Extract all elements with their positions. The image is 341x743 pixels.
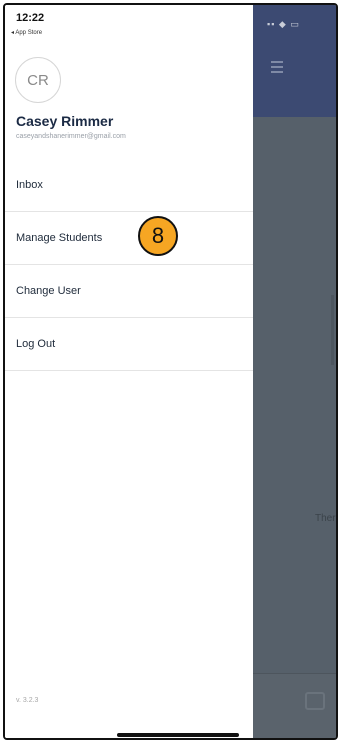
user-name: Casey Rimmer xyxy=(16,113,114,129)
tab-icon[interactable] xyxy=(305,692,325,710)
status-time: 12:22 xyxy=(16,12,45,24)
avatar: CR xyxy=(15,57,61,103)
menu-item-label: Manage Students xyxy=(16,232,103,244)
app-version: v. 3.2.3 xyxy=(16,697,39,704)
menu-item-label: Change User xyxy=(16,285,81,297)
tab-bar xyxy=(253,673,336,738)
home-indicator[interactable] xyxy=(117,733,239,737)
drawer-menu: Inbox Manage Students Change User Log Ou… xyxy=(5,159,253,371)
menu-item-log-out[interactable]: Log Out xyxy=(5,318,253,371)
status-icons: ▪▪ ◆ ▭ xyxy=(267,19,300,29)
app-header: ▪▪ ◆ ▭ xyxy=(253,5,336,117)
menu-item-inbox[interactable]: Inbox xyxy=(5,159,253,212)
phone-frame: ▪▪ ◆ ▭ Ther 12:22 ◂ App Store CR Casey R… xyxy=(3,3,338,740)
background-text: Ther xyxy=(315,513,336,524)
menu-item-change-user[interactable]: Change User xyxy=(5,265,253,318)
scrollbar xyxy=(331,295,334,365)
menu-item-label: Log Out xyxy=(16,338,56,350)
step-number-badge: 8 xyxy=(138,216,178,256)
background-app[interactable]: ▪▪ ◆ ▭ Ther xyxy=(253,5,336,738)
app-body xyxy=(253,117,336,738)
user-email: caseyandshanerimmer@gmail.com xyxy=(16,133,126,140)
side-drawer: 12:22 ◂ App Store CR Casey Rimmer caseya… xyxy=(5,5,253,738)
menu-icon[interactable] xyxy=(271,61,283,76)
menu-item-manage-students[interactable]: Manage Students xyxy=(5,212,253,265)
menu-item-label: Inbox xyxy=(16,179,43,191)
back-to-app-store-link[interactable]: ◂ App Store xyxy=(11,29,42,36)
